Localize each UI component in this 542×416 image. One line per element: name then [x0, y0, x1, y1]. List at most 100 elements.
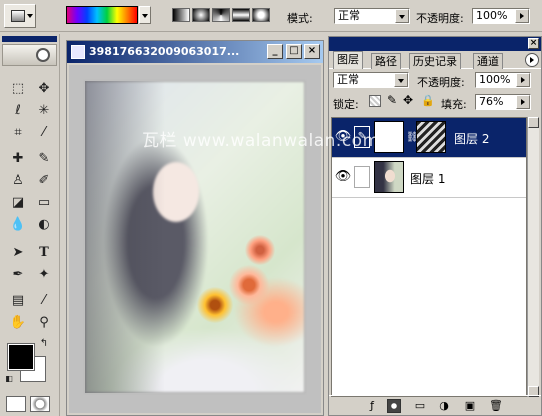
panel-menu-icon[interactable]: [525, 53, 539, 67]
layer-style-icon[interactable]: ƒ: [365, 399, 379, 413]
eraser-icon[interactable]: ◪: [6, 192, 30, 214]
foreground-color-swatch[interactable]: [7, 343, 35, 371]
document-window: 398176632009063017... _ □ ×: [66, 40, 324, 416]
lock-row: 锁定: ✎ ✥ 🔒 填充: 76%: [329, 91, 541, 113]
close-button[interactable]: ×: [304, 44, 320, 59]
gradient-icon[interactable]: ▭: [32, 192, 56, 214]
toolbox-grip[interactable]: [2, 36, 57, 42]
hand-icon[interactable]: ✋: [6, 312, 30, 334]
layer-name: 图层 1: [410, 172, 446, 186]
visibility-eye-icon[interactable]: 👁: [334, 166, 352, 188]
close-icon[interactable]: ×: [528, 38, 539, 49]
history-brush-icon[interactable]: ✐: [32, 170, 56, 192]
tab-paths[interactable]: 路径: [371, 53, 401, 69]
layer-opacity-field[interactable]: 100%: [475, 72, 531, 88]
layer-mask-thumbnail[interactable]: [416, 121, 446, 153]
linear-gradient-button[interactable]: [172, 8, 190, 22]
dodge-icon[interactable]: ◐: [32, 214, 56, 236]
layer-name: 图层 2: [454, 132, 490, 146]
layers-list: 👁 ✎ ⛓ 图层 2 👁 图层 1: [331, 117, 527, 397]
layer-thumbnail: [374, 161, 404, 193]
chevron-right-icon: [516, 73, 530, 87]
pink-flower: [229, 265, 269, 305]
add-mask-icon[interactable]: [387, 399, 401, 413]
brush-icon[interactable]: ✎: [32, 148, 56, 170]
tab-history[interactable]: 历史记录: [409, 53, 461, 69]
canvas-area[interactable]: [69, 65, 321, 413]
orange-flower: [197, 287, 233, 323]
blend-mode-select[interactable]: 正常: [333, 72, 409, 88]
lock-pixels-icon[interactable]: ✎: [387, 93, 397, 107]
layers-scrollbar[interactable]: [527, 117, 539, 397]
chevron-right-icon: [516, 95, 530, 109]
text-icon[interactable]: T: [32, 242, 56, 264]
layer-opacity-value: 100%: [479, 73, 511, 86]
chevron-right-icon: [515, 9, 529, 23]
quick-mask-button[interactable]: [30, 396, 50, 412]
fill-field[interactable]: 76%: [475, 94, 531, 110]
opacity-label: 不透明度:: [416, 12, 464, 25]
adjustment-layer-icon[interactable]: ◑: [437, 399, 451, 413]
new-group-icon[interactable]: ▭: [413, 399, 427, 413]
lock-label: 锁定:: [333, 98, 359, 111]
fill-label: 填充:: [441, 98, 467, 111]
radial-gradient-button[interactable]: [192, 8, 210, 22]
stamp-icon[interactable]: ♙: [6, 170, 30, 192]
mode-select[interactable]: 正常: [334, 8, 410, 24]
options-bar: 模式: 正常 不透明度: 100%: [0, 0, 542, 32]
tool-preset-picker[interactable]: [4, 4, 36, 28]
eye-logo-icon: [36, 48, 50, 62]
chevron-down-icon: [27, 14, 33, 18]
blend-mode-value: 正常: [337, 73, 359, 86]
reflected-gradient-button[interactable]: [232, 8, 250, 22]
shape-icon[interactable]: ✦: [32, 264, 56, 286]
chevron-down-icon: [394, 73, 408, 87]
mode-label: 模式:: [287, 12, 313, 25]
tab-layers[interactable]: 图层: [333, 51, 363, 69]
link-slot[interactable]: [354, 166, 370, 188]
blur-icon[interactable]: 💧: [6, 214, 30, 236]
panel-title-bar[interactable]: ×: [329, 37, 541, 51]
lock-all-icon[interactable]: 🔒: [421, 94, 435, 107]
gradient-picker-dropdown[interactable]: [139, 6, 151, 24]
eyedropper-icon[interactable]: ⁄: [32, 290, 56, 312]
layers-panel: × 图层 路径 历史记录 通道 正常 不透明度: 100% 锁定: ✎ ✥ 🔒 …: [328, 36, 542, 416]
magic-wand-icon[interactable]: ✳: [32, 100, 56, 122]
lock-position-icon[interactable]: ✥: [403, 93, 413, 107]
healing-brush-icon[interactable]: ✚: [6, 148, 30, 170]
photoshop-logo[interactable]: [2, 44, 57, 66]
chevron-down-icon: [395, 9, 409, 23]
marquee-icon[interactable]: ⬚: [6, 78, 30, 100]
diamond-gradient-button[interactable]: [252, 8, 270, 22]
tab-channels[interactable]: 通道: [473, 53, 503, 69]
layers-bottom-bar: ƒ ▭ ◑ ▣ 🗑: [329, 395, 541, 415]
document-title: 398176632009063017...: [89, 45, 240, 58]
gradient-tool-icon: [11, 10, 25, 22]
notes-icon[interactable]: ▤: [6, 290, 30, 312]
opacity-field[interactable]: 100%: [472, 8, 530, 24]
zoom-icon[interactable]: ⚲: [32, 312, 56, 334]
trash-icon[interactable]: 🗑: [489, 399, 503, 413]
move-icon[interactable]: ✥: [32, 78, 56, 100]
lock-transparency-icon[interactable]: [369, 95, 381, 107]
watermark: 瓦栏 www.walanwalan.com: [142, 131, 380, 151]
document-title-bar[interactable]: 398176632009063017... _ □ ×: [67, 41, 323, 63]
path-select-icon[interactable]: ➤: [6, 242, 30, 264]
pen-icon[interactable]: ✒: [6, 264, 30, 286]
document-icon: [71, 45, 85, 59]
lasso-icon[interactable]: ℓ: [6, 100, 30, 122]
layer-row[interactable]: 👁 图层 1: [332, 158, 526, 198]
slice-icon[interactable]: ⁄: [32, 122, 56, 144]
angle-gradient-button[interactable]: [212, 8, 230, 22]
standard-mode-button[interactable]: [6, 396, 26, 412]
scroll-up-icon[interactable]: [528, 117, 539, 128]
minimize-button[interactable]: _: [267, 44, 283, 59]
gradient-preview[interactable]: [66, 6, 138, 24]
new-layer-icon[interactable]: ▣: [463, 399, 477, 413]
panel-tabs: 图层 路径 历史记录 通道: [329, 51, 541, 69]
crop-icon[interactable]: ⌗: [6, 122, 30, 144]
pink-flower: [245, 235, 275, 265]
default-colors-icon[interactable]: ◧: [4, 374, 14, 384]
maximize-button[interactable]: □: [286, 44, 302, 59]
swap-colors-icon[interactable]: ↰: [38, 338, 50, 350]
